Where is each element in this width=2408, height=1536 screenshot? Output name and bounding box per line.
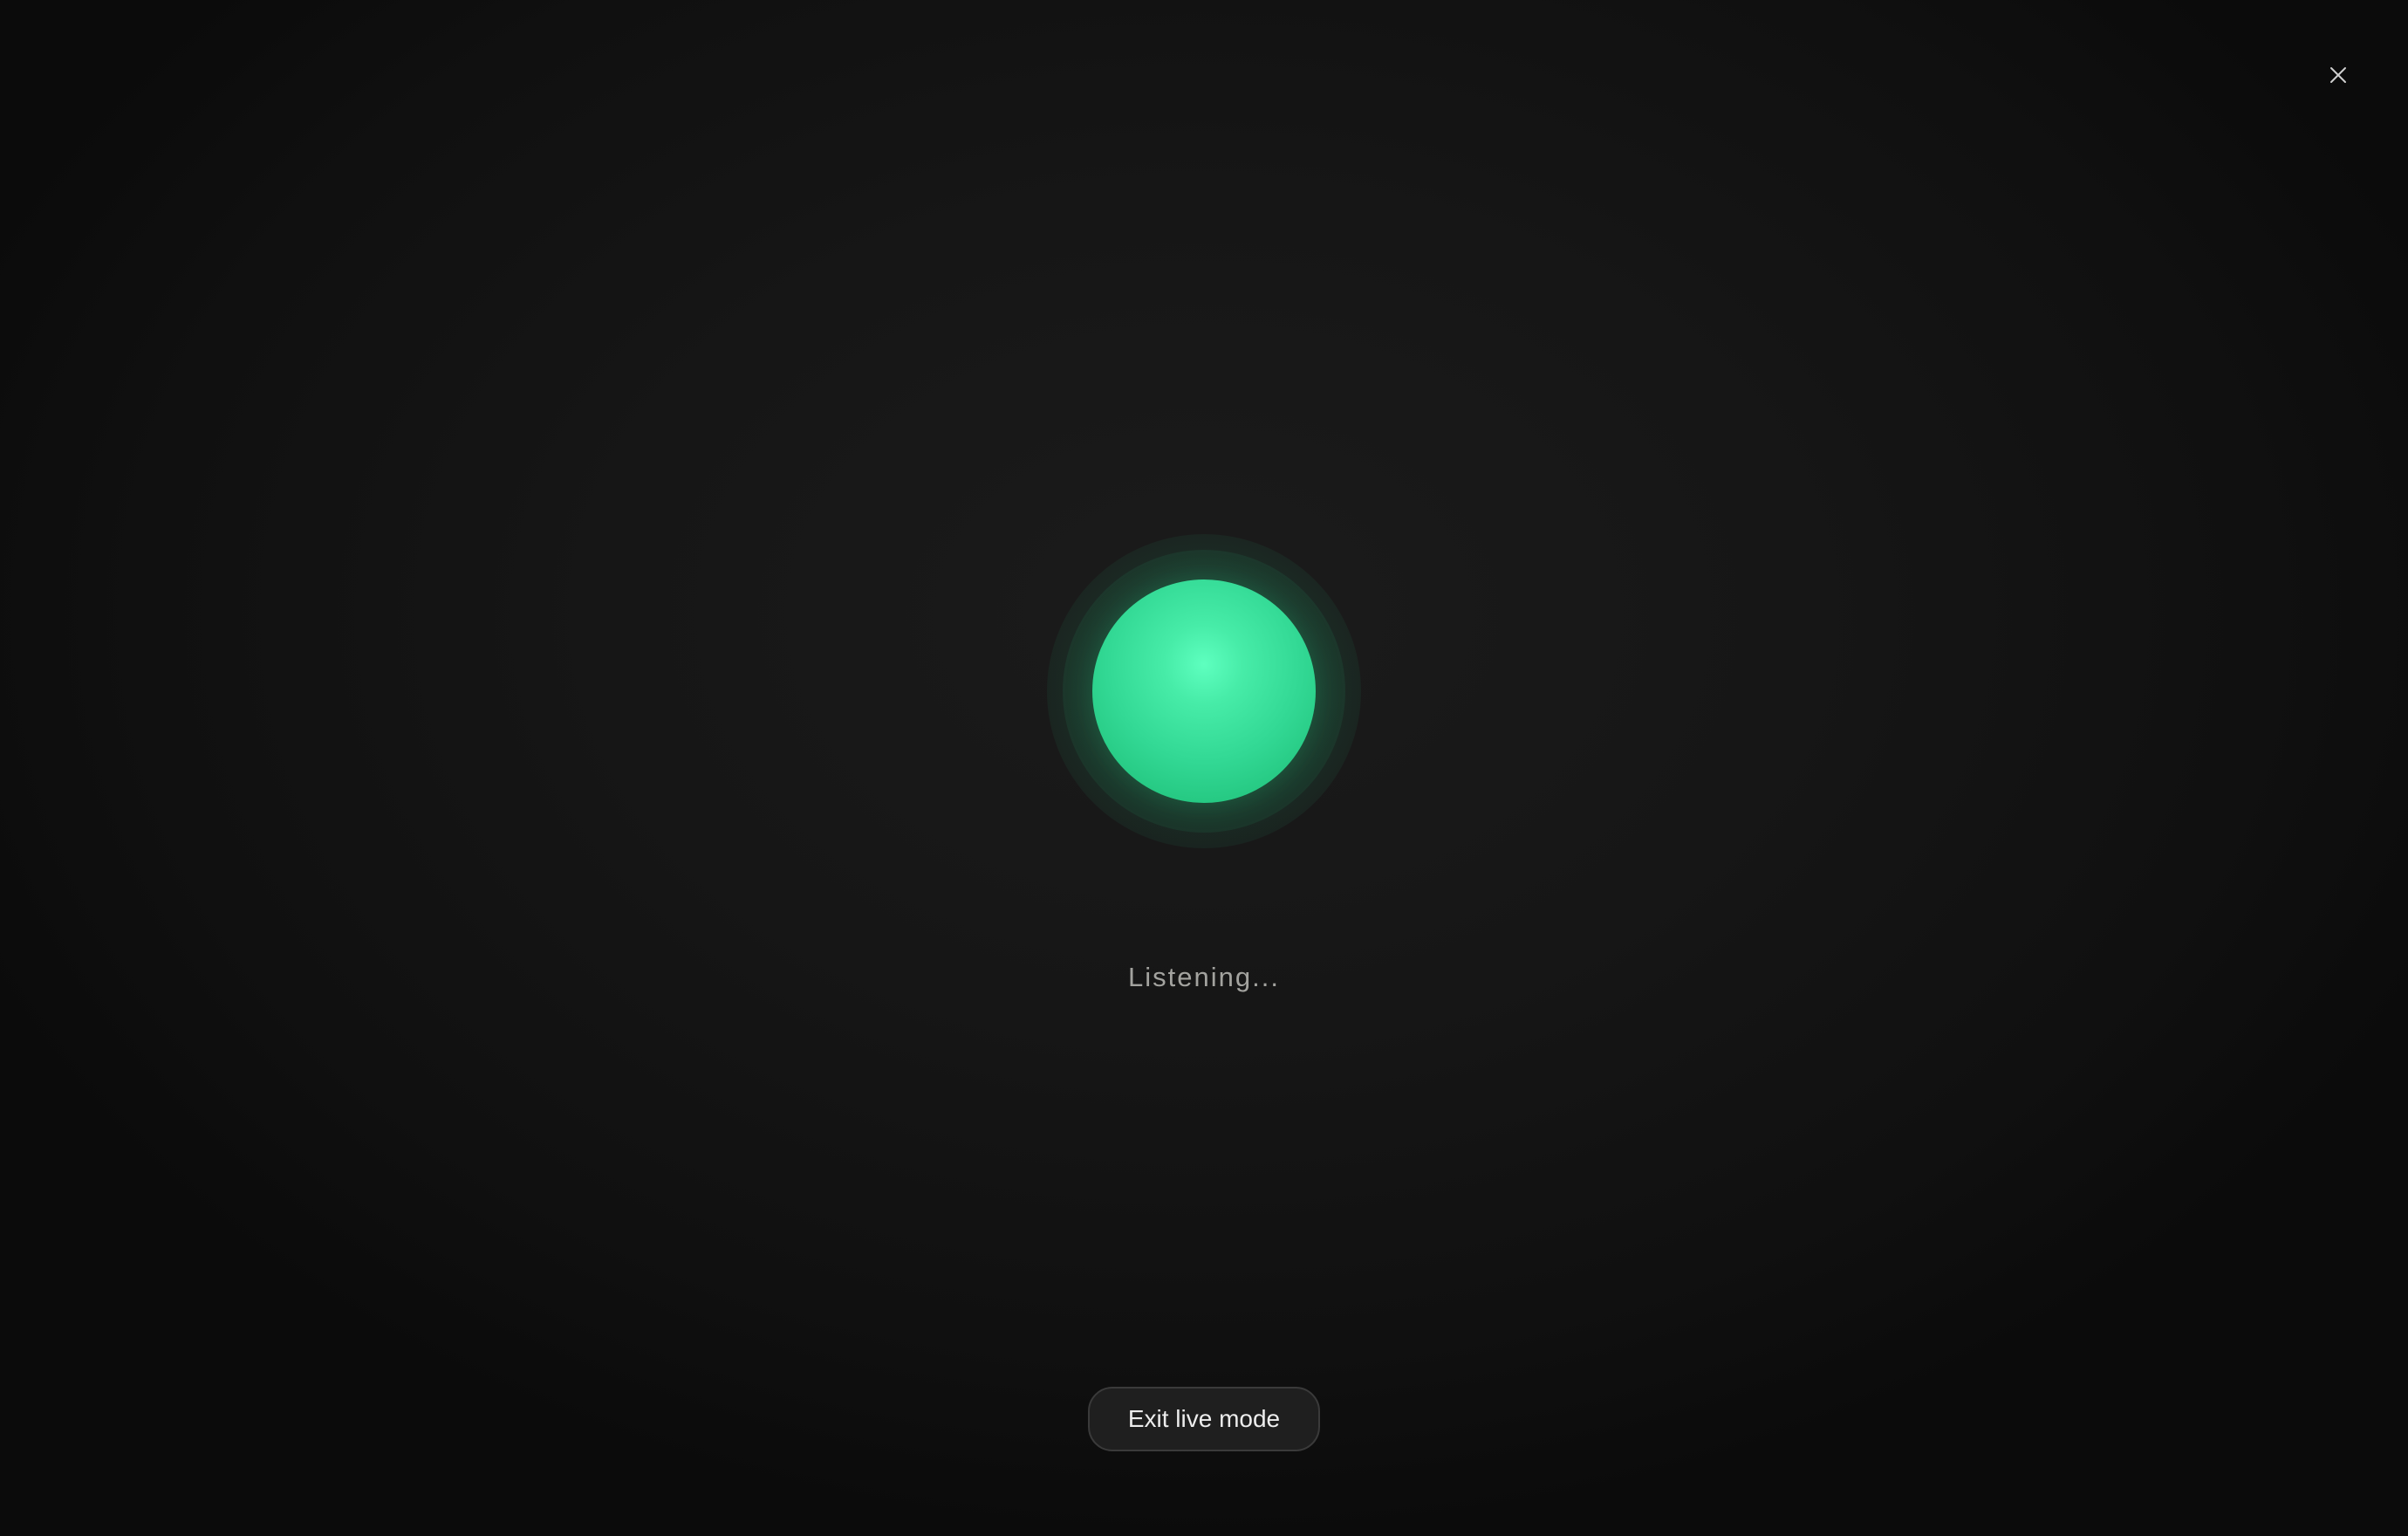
voice-orb [1047,534,1361,848]
close-icon [2329,65,2348,85]
exit-live-mode-button[interactable]: Exit live mode [1088,1387,1320,1451]
close-button[interactable] [2317,54,2359,96]
orb-core [1092,579,1316,803]
listening-status: Listening... [1128,962,1280,992]
